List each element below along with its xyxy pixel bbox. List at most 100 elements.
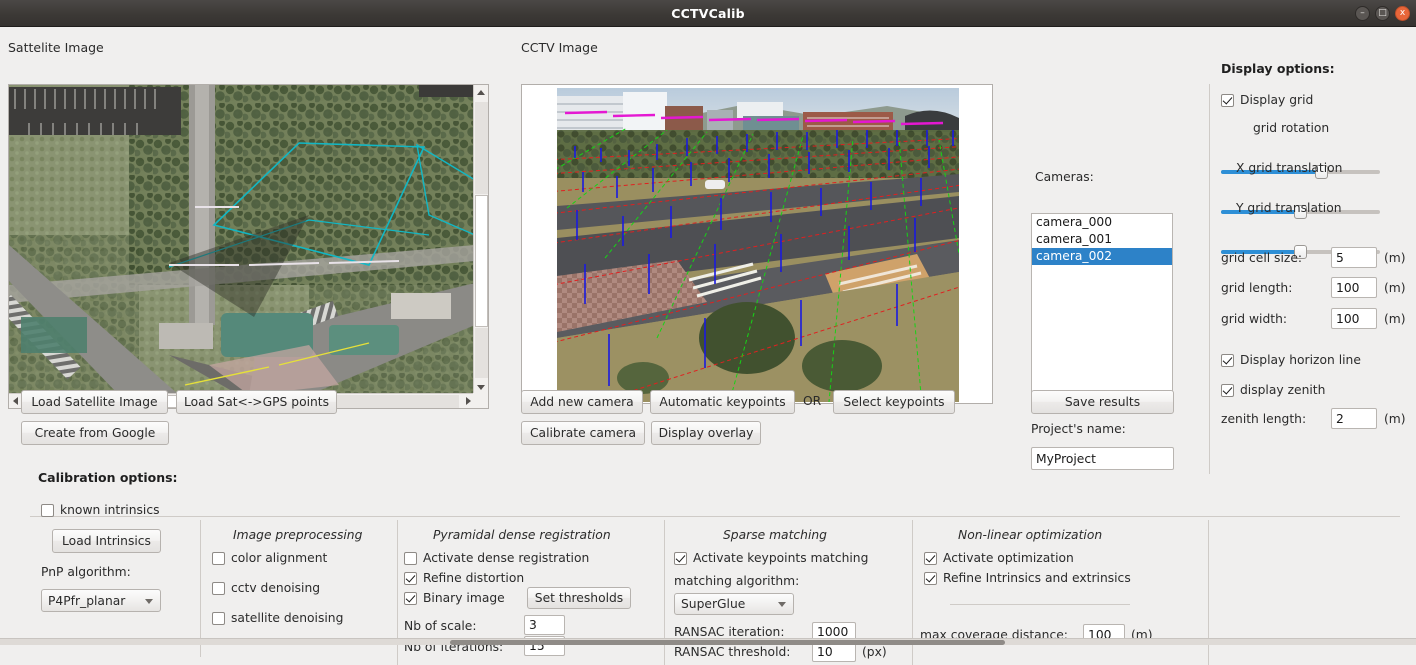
window-bottom-scroll-thumb[interactable] (450, 640, 1005, 645)
refine-distortion-checkbox-row[interactable]: Refine distortion (404, 571, 524, 585)
section-divider-1 (200, 520, 201, 657)
display-horizon-line-checkbox-row[interactable]: Display horizon line (1221, 353, 1361, 367)
cctv-denoising-checkbox-row[interactable]: cctv denoising (212, 581, 320, 595)
display-grid-label: Display grid (1240, 93, 1314, 107)
cctv-image-frame[interactable] (521, 84, 993, 404)
display-grid-checkbox-row[interactable]: Display grid (1221, 93, 1313, 107)
main-window-body: Sattelite Image Load Satellite Image Loa… (0, 27, 1416, 665)
camera-list-item[interactable]: camera_000 (1032, 214, 1172, 231)
refine-intrinsics-extrinsics-checkbox-row[interactable]: Refine Intrinsics and extrinsics (924, 571, 1131, 585)
sidebar-divider (1209, 84, 1210, 474)
project-name-label: Project's name: (1031, 422, 1126, 436)
display-zenith-checkbox[interactable] (1221, 383, 1234, 397)
grid-length-input[interactable]: 100 (1331, 277, 1377, 298)
nb-of-scale-input[interactable]: 3 (524, 615, 565, 635)
display-grid-checkbox[interactable] (1221, 93, 1234, 107)
grid-width-unit: (m) (1384, 312, 1406, 326)
create-from-google-button[interactable]: Create from Google (21, 421, 169, 445)
project-name-input[interactable]: MyProject (1031, 447, 1174, 470)
add-new-camera-button[interactable]: Add new camera (521, 390, 643, 414)
known-intrinsics-checkbox-row[interactable]: known intrinsics (41, 503, 160, 517)
binary-image-checkbox[interactable] (404, 591, 417, 605)
display-overlay-button[interactable]: Display overlay (651, 421, 761, 445)
load-intrinsics-button[interactable]: Load Intrinsics (52, 529, 161, 553)
or-separator-label: OR (803, 394, 822, 408)
grid-cell-size-label: grid cell size: (1221, 251, 1303, 265)
pnp-algorithm-label: PnP algorithm: (41, 565, 131, 579)
calibration-options-title: Calibration options: (38, 470, 178, 485)
display-horizon-line-checkbox[interactable] (1221, 353, 1234, 367)
select-keypoints-button[interactable]: Select keypoints (833, 390, 955, 414)
activate-keypoints-matching-checkbox[interactable] (674, 551, 687, 565)
maximize-button[interactable]: □ (1375, 6, 1390, 21)
zenith-length-label: zenith length: (1221, 412, 1307, 426)
grid-width-input[interactable]: 100 (1331, 308, 1377, 329)
known-intrinsics-checkbox[interactable] (41, 503, 54, 517)
y-grid-translation-label: Y grid translation (1236, 201, 1342, 215)
camera-list-item-selected[interactable]: camera_002 (1032, 248, 1172, 265)
x-grid-translation-label: X grid translation (1236, 161, 1343, 175)
refine-intrinsics-extrinsics-checkbox[interactable] (924, 571, 937, 585)
ransac-threshold-unit: (px) (862, 645, 887, 659)
close-button[interactable]: x (1395, 6, 1410, 21)
pnp-algorithm-select[interactable]: P4Pfr_planar (41, 589, 161, 612)
scroll-up-icon[interactable] (477, 90, 485, 95)
chevron-down-icon (145, 598, 153, 604)
scrollbar-corner (473, 393, 488, 408)
activate-dense-registration-checkbox-row[interactable]: Activate dense registration (404, 551, 589, 565)
satellite-image-canvas[interactable] (9, 85, 475, 395)
satellite-denoising-checkbox-row[interactable]: satellite denoising (212, 611, 343, 625)
minimize-button[interactable]: – (1355, 6, 1370, 21)
window-bottom-scrollbar[interactable] (0, 638, 1416, 645)
calibrate-camera-button[interactable]: Calibrate camera (521, 421, 645, 445)
satellite-image-frame[interactable] (8, 84, 489, 409)
binary-image-label: Binary image (423, 591, 505, 605)
matching-algorithm-label: matching algorithm: (674, 574, 800, 588)
cctv-image-canvas[interactable] (557, 88, 959, 402)
color-alignment-label: color alignment (231, 551, 328, 565)
display-zenith-label: display zenith (1240, 383, 1326, 397)
refine-distortion-checkbox[interactable] (404, 571, 417, 585)
display-zenith-checkbox-row[interactable]: display zenith (1221, 383, 1325, 397)
grid-cell-size-unit: (m) (1384, 251, 1406, 265)
zenith-length-unit: (m) (1384, 412, 1406, 426)
save-results-button[interactable]: Save results (1031, 390, 1174, 414)
zenith-length-input[interactable]: 2 (1331, 408, 1377, 429)
color-alignment-checkbox[interactable] (212, 551, 225, 565)
cctv-denoising-checkbox[interactable] (212, 581, 225, 595)
load-satellite-image-button[interactable]: Load Satellite Image (21, 390, 168, 414)
grid-length-label: grid length: (1221, 281, 1293, 295)
grid-cell-size-input[interactable]: 5 (1331, 247, 1377, 268)
camera-list-item[interactable]: camera_001 (1032, 231, 1172, 248)
activate-keypoints-matching-checkbox-row[interactable]: Activate keypoints matching (674, 551, 868, 565)
cameras-list[interactable]: camera_000 camera_001 camera_002 (1031, 213, 1173, 408)
set-thresholds-button[interactable]: Set thresholds (527, 587, 631, 609)
binary-image-checkbox-row[interactable]: Binary image (404, 591, 505, 605)
optimization-inner-divider (950, 604, 1130, 605)
satellite-vertical-scrollbar[interactable] (473, 85, 488, 395)
chevron-down-icon (778, 602, 786, 607)
nb-of-scale-label: Nb of scale: (404, 619, 477, 633)
scroll-left-icon[interactable] (13, 397, 18, 405)
load-sat-gps-points-button[interactable]: Load Sat<->GPS points (176, 390, 337, 414)
cameras-label: Cameras: (1035, 170, 1094, 184)
matching-algorithm-select[interactable]: SuperGlue (674, 593, 794, 615)
scroll-down-icon[interactable] (477, 385, 485, 390)
activate-optimization-checkbox[interactable] (924, 551, 937, 565)
color-alignment-checkbox-row[interactable]: color alignment (212, 551, 327, 565)
maximize-icon: □ (1378, 7, 1387, 18)
satellite-vscroll-thumb[interactable] (475, 195, 488, 327)
pnp-algorithm-value: P4Pfr_planar (48, 593, 126, 608)
cctv-denoising-label: cctv denoising (231, 581, 321, 595)
matching-algorithm-value: SuperGlue (681, 597, 746, 611)
refine-distortion-label: Refine distortion (423, 571, 525, 585)
automatic-keypoints-button[interactable]: Automatic keypoints (650, 390, 795, 414)
ransac-threshold-input[interactable]: 10 (812, 642, 856, 662)
ransac-threshold-label: RANSAC threshold: (674, 645, 791, 659)
activate-optimization-checkbox-row[interactable]: Activate optimization (924, 551, 1074, 565)
activate-dense-registration-checkbox[interactable] (404, 551, 417, 565)
pyramidal-dense-registration-title: Pyramidal dense registration (433, 528, 611, 542)
display-options-title: Display options: (1221, 61, 1335, 76)
scroll-right-icon[interactable] (466, 397, 471, 405)
satellite-denoising-checkbox[interactable] (212, 611, 225, 625)
